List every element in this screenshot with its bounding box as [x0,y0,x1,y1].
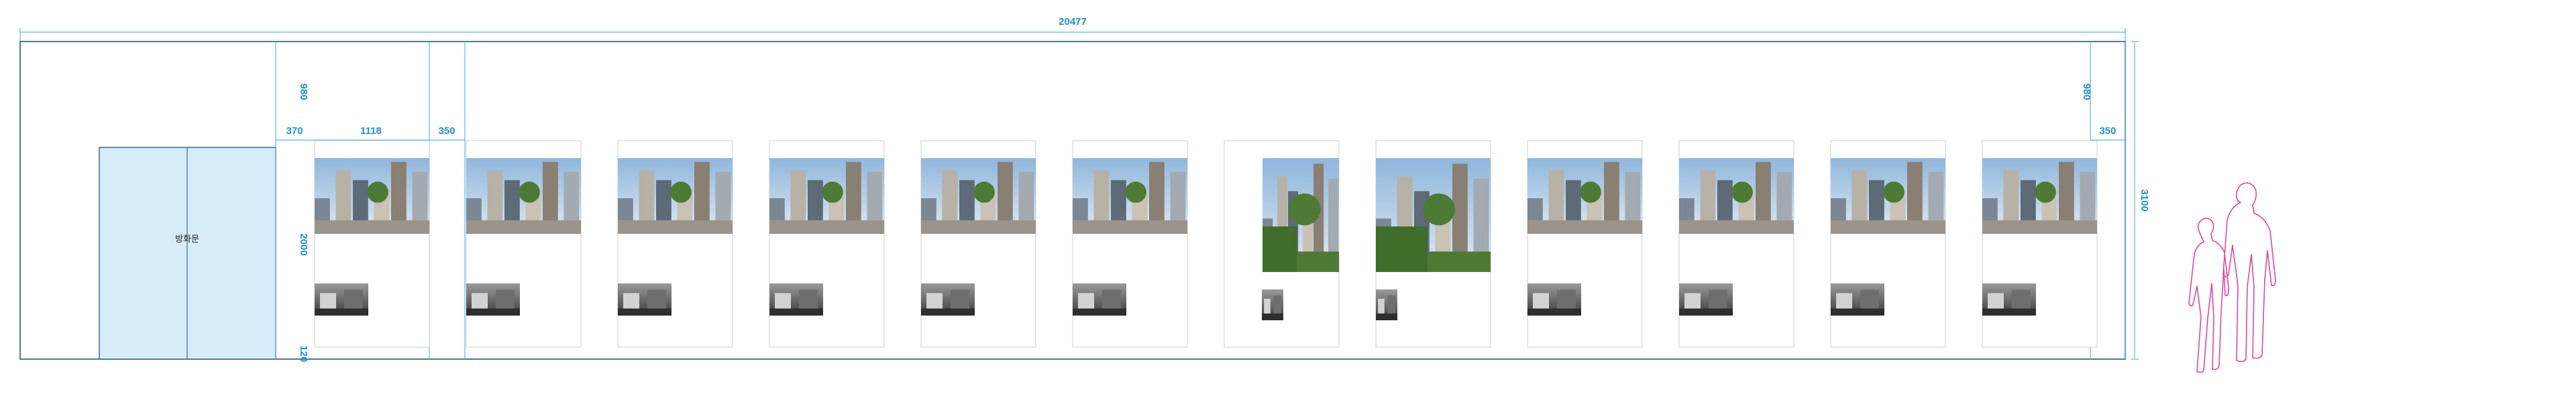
panel-10 [1678,140,1794,348]
archive-photo [1982,283,2036,316]
panel-3 [617,140,733,348]
modern-photo [921,158,1036,234]
archive-photo [618,283,672,316]
panel-1 [314,140,430,348]
archive-photo [466,283,520,316]
panel-11 [1830,140,1946,348]
panel-9 [1527,140,1643,348]
modern-photo [1982,158,2097,234]
archive-photo [1262,289,1283,320]
modern-photo [1073,158,1187,234]
gap-label: 350 [438,125,455,137]
archive-photo [1679,283,1733,316]
modern-photo [1263,158,1339,272]
archive-photo [315,283,368,316]
archive-photo [1376,289,1397,320]
modern-photo [315,158,429,234]
archive-photo [769,283,823,316]
left-margin-label: 370 [286,125,303,137]
panel-2 [466,140,582,348]
modern-photo [466,158,581,234]
archive-photo [1831,283,1884,316]
modern-photo [1376,158,1491,272]
panel-7 [1224,140,1340,348]
overall-height-label: 3100 [2139,189,2150,211]
modern-photo [1679,158,1794,234]
panel-4 [769,140,885,348]
horizontal-dimensions: 370 1118 350 350 [276,125,2125,141]
top-margin-label: 980 [298,83,309,100]
archive-photo [1073,283,1126,316]
panel-12 [1982,140,2098,348]
panel-8 [1375,140,1491,348]
overall-width-label: 20477 [1059,16,1087,27]
fire-door: 방화문 [99,147,276,360]
photo-width-label: 1118 [360,125,382,137]
female-figure-outline [2188,217,2229,373]
right-gap-label: 350 [2099,125,2116,137]
panel-6 [1072,140,1188,348]
panel-height-label: 2000 [298,233,309,255]
photo-panels [314,140,2098,348]
modern-photo [769,158,884,234]
fire-door-label: 방화문 [175,234,199,244]
panel-5 [920,140,1036,348]
human-scale-figures [2188,182,2276,373]
modern-photo [618,158,733,234]
right-top-margin-label: 980 [2081,83,2092,100]
overall-width-dimension: 20477 [19,16,2126,42]
bottom-margin-label: 120 [298,345,309,362]
modern-photo [1831,158,1945,234]
modern-photo [1527,158,1642,234]
elevation-drawing: 20477 방화문 370 1118 350 350 980 2000 120 … [19,16,2276,373]
archive-photo [1527,283,1581,316]
archive-photo [921,283,975,316]
male-figure-outline [2222,182,2276,362]
